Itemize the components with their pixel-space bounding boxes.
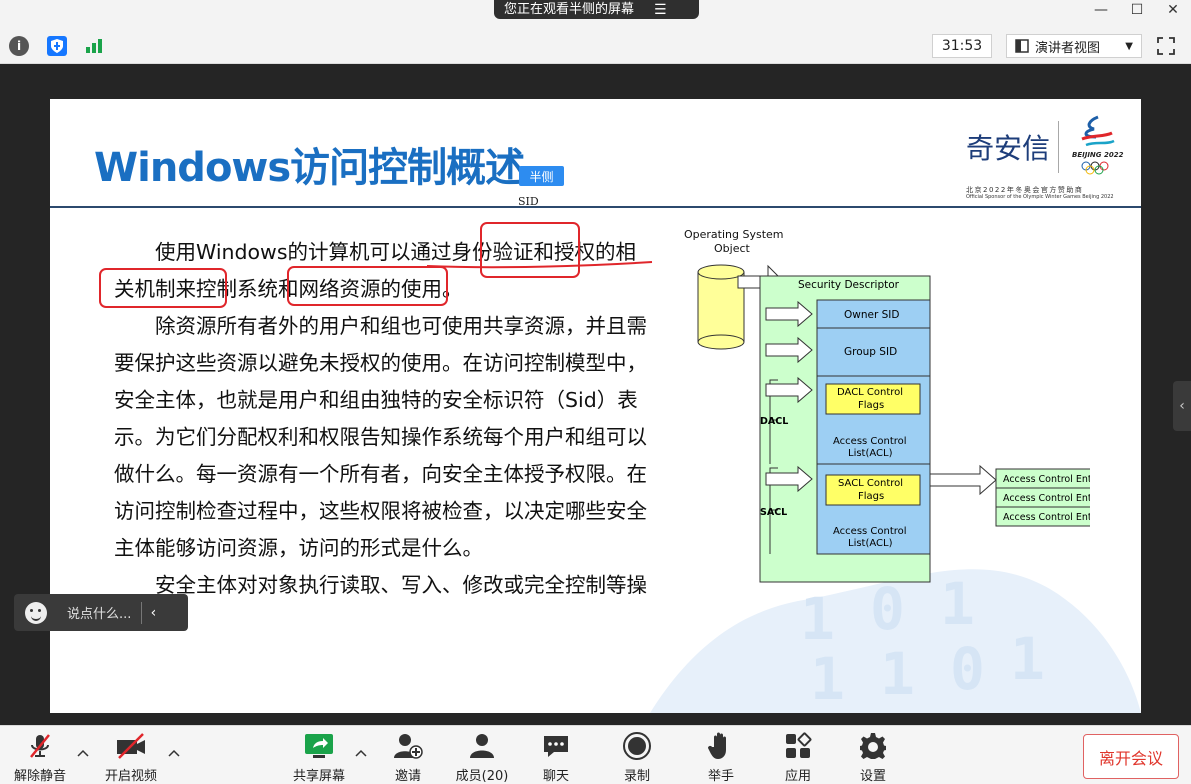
- view-mode-label: 演讲者视图: [1035, 40, 1101, 56]
- chevron-up-icon[interactable]: [167, 746, 181, 760]
- chat-placeholder[interactable]: 说点什么...: [67, 603, 131, 622]
- meeting-toolbar: 解除静音 开启视频 共享屏幕 邀请 成员(20) 聊天 录制 举手 应用 设置 …: [0, 725, 1191, 784]
- dacl-side-label: DACL: [760, 416, 788, 427]
- svg-text:1: 1: [1010, 625, 1045, 693]
- minimize-button[interactable]: —: [1083, 0, 1119, 20]
- window-titlebar: 您正在观看半侧的屏幕 ☰ — ☐ ✕: [0, 0, 1191, 28]
- members-label: 成员(20): [455, 769, 509, 784]
- info-icon[interactable]: i: [9, 36, 29, 56]
- invite-label: 邀请: [394, 769, 421, 784]
- beijing-2022-emblem-icon: BEIJING 2022: [1072, 115, 1124, 175]
- start-video-label: 开启视频: [104, 769, 157, 784]
- menu-icon[interactable]: ☰: [654, 3, 667, 17]
- dacl-acl-label: Access Control: [833, 436, 907, 447]
- paragraph-1: 使用Windows的计算机可以通过身份验证和授权的相关机制来控制系统和网络资源的…: [114, 240, 637, 301]
- unmute-label: 解除静音: [13, 769, 66, 784]
- apps-icon: [782, 730, 814, 762]
- people-icon: [466, 730, 498, 762]
- svg-text:1: 1: [800, 585, 835, 653]
- hand-icon: [705, 730, 737, 762]
- paragraph-3: 安全主体对对象执行读取、写入、修改或完全控制等操作。: [114, 573, 647, 634]
- paragraph-2: 除资源所有者外的用户和组也可使用共享资源，并且需要保护这些资源以避免未授权的使用…: [114, 314, 647, 560]
- raise-hand-label: 举手: [707, 769, 734, 784]
- chevron-down-icon: ▼: [1125, 40, 1133, 52]
- record-label: 录制: [623, 769, 650, 784]
- sacl-acl-label-2: List(ACL): [848, 538, 893, 549]
- chevron-left-icon[interactable]: ‹: [142, 605, 164, 621]
- sacl-flags-label: SACL Control: [838, 478, 903, 489]
- slide-body: 使用Windows的计算机可以通过身份验证和授权的相关机制来控制系统和网络资源的…: [114, 234, 654, 641]
- svg-text:1: 1: [880, 640, 915, 708]
- ace-entry-label: Access Control Entry: [1003, 512, 1090, 523]
- close-button[interactable]: ✕: [1155, 0, 1191, 20]
- invite-button[interactable]: 邀请: [375, 730, 441, 784]
- os-object-label-2: Object: [714, 242, 751, 255]
- side-panel-toggle[interactable]: ‹: [1173, 381, 1191, 431]
- ace-entry-label: Access Control Entry: [1003, 493, 1090, 504]
- dacl-flags-label-2: Flags: [858, 400, 884, 411]
- dacl-flags-label: DACL Control: [837, 387, 903, 398]
- sponsor-logo-text: 奇安信: [966, 132, 1051, 165]
- share-screen-icon: [303, 730, 335, 762]
- sponsor-caption-en: Official Sponsor of the Olympic Winter G…: [966, 194, 1114, 200]
- shared-slide: Windows访问控制概述 奇安信 BEIJING 2022 北京2022年冬奥…: [50, 99, 1141, 713]
- presenter-name-tooltip: 半侧: [519, 166, 564, 186]
- chevron-up-icon[interactable]: [76, 746, 90, 760]
- fullscreen-icon[interactable]: [1156, 36, 1176, 56]
- signal-icon[interactable]: [84, 36, 104, 56]
- gear-icon: [857, 730, 889, 762]
- ace-entry-label: Access Control Entry: [1003, 474, 1090, 485]
- layout-icon: [1015, 39, 1029, 53]
- maximize-button[interactable]: ☐: [1119, 0, 1155, 20]
- start-video-button[interactable]: 开启视频: [98, 730, 164, 784]
- chat-icon: [540, 730, 572, 762]
- screen-share-notice[interactable]: 您正在观看半侧的屏幕 ☰: [494, 0, 699, 19]
- record-icon: [621, 730, 653, 762]
- mic-muted-icon: [24, 730, 56, 762]
- raise-hand-button[interactable]: 举手: [688, 730, 754, 784]
- arrow-icon: [929, 464, 997, 496]
- camera-off-icon: [115, 730, 147, 762]
- settings-button[interactable]: 设置: [840, 730, 906, 784]
- meeting-timer: 31:53: [932, 34, 992, 58]
- sacl-side-label: SACL: [760, 507, 787, 518]
- emoji-icon[interactable]: [25, 601, 47, 624]
- chat-button[interactable]: 聊天: [523, 730, 589, 784]
- svg-text:1: 1: [810, 645, 845, 713]
- shield-icon[interactable]: [47, 36, 67, 56]
- add-user-icon: [392, 730, 424, 762]
- chat-quick-input[interactable]: 说点什么... ‹: [14, 594, 188, 631]
- share-screen-label: 共享屏幕: [292, 769, 345, 784]
- os-object-label: Operating System: [684, 228, 784, 241]
- record-button[interactable]: 录制: [604, 730, 670, 784]
- owner-sid-label: Owner SID: [844, 309, 899, 321]
- group-sid-label: Group SID: [844, 346, 897, 358]
- unmute-button[interactable]: 解除静音: [7, 730, 73, 784]
- apps-button[interactable]: 应用: [765, 730, 831, 784]
- view-mode-select[interactable]: 演讲者视图 ▼: [1006, 34, 1142, 58]
- share-notice-text: 您正在观看半侧的屏幕: [504, 1, 635, 17]
- meeting-info-bar: i 31:53 演讲者视图 ▼: [0, 28, 1191, 64]
- leave-meeting-button[interactable]: 离开会议: [1083, 734, 1179, 779]
- chevron-left-icon: ‹: [1179, 398, 1185, 414]
- members-button[interactable]: 成员(20): [449, 730, 515, 784]
- security-descriptor-diagram: Operating System Object Security Descrip…: [684, 228, 1090, 583]
- dacl-acl-label-2: List(ACL): [848, 448, 893, 459]
- chevron-up-icon[interactable]: [354, 746, 368, 760]
- logo-divider: [1058, 121, 1059, 173]
- cursor-label: SID: [518, 195, 539, 208]
- svg-text:0: 0: [950, 635, 985, 703]
- apps-label: 应用: [784, 769, 811, 784]
- slide-title: Windows访问控制概述: [94, 145, 525, 191]
- chat-label: 聊天: [542, 769, 569, 784]
- olympic-text: BEIJING 2022: [1072, 151, 1124, 159]
- database-cylinder-icon: [697, 264, 745, 350]
- sacl-acl-label: Access Control: [833, 526, 907, 537]
- sacl-flags-label-2: Flags: [858, 491, 884, 502]
- title-divider: [50, 206, 1141, 208]
- security-descriptor-label: Security Descriptor: [798, 279, 900, 291]
- settings-label: 设置: [859, 769, 886, 784]
- share-screen-button[interactable]: 共享屏幕: [286, 730, 352, 784]
